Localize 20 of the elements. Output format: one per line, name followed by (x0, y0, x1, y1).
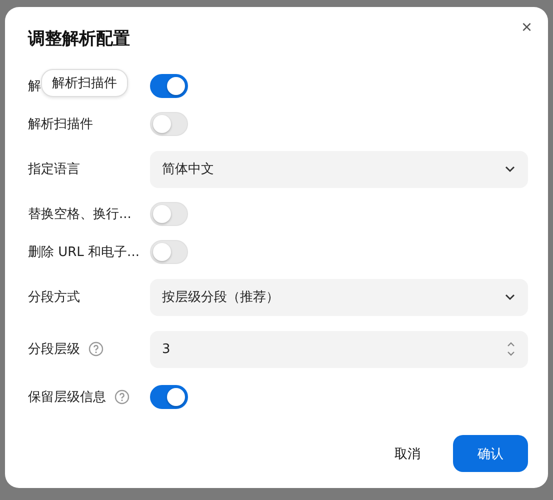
help-icon[interactable] (88, 341, 104, 357)
cancel-button[interactable]: 取消 (370, 435, 445, 472)
setting-label: 分段方式 (28, 289, 80, 306)
dialog-title: 调整解析配置 (28, 28, 131, 51)
setting-label: 解 (28, 78, 41, 95)
setting-label: 分段层级 (28, 341, 80, 358)
toggle-switch[interactable] (150, 385, 188, 409)
setting-label: 替换空格、换行... (28, 206, 132, 223)
number-field[interactable]: 3 (150, 330, 528, 368)
setting-label: 解析扫描件 (28, 116, 93, 133)
setting-label: 指定语言 (28, 161, 80, 178)
dropdown-field[interactable]: 简体中文 (150, 150, 528, 188)
dropdown-field[interactable]: 按层级分段（推荐） (150, 278, 528, 316)
setting-label: 保留层级信息 (28, 389, 106, 406)
toggle-switch[interactable] (150, 74, 188, 98)
help-icon[interactable] (114, 389, 130, 405)
tooltip: 解析扫描件 (41, 69, 128, 97)
close-button[interactable]: × (515, 15, 538, 40)
confirm-button[interactable]: 确认 (453, 435, 528, 472)
setting-label: 删除 URL 和电子... (28, 244, 140, 261)
